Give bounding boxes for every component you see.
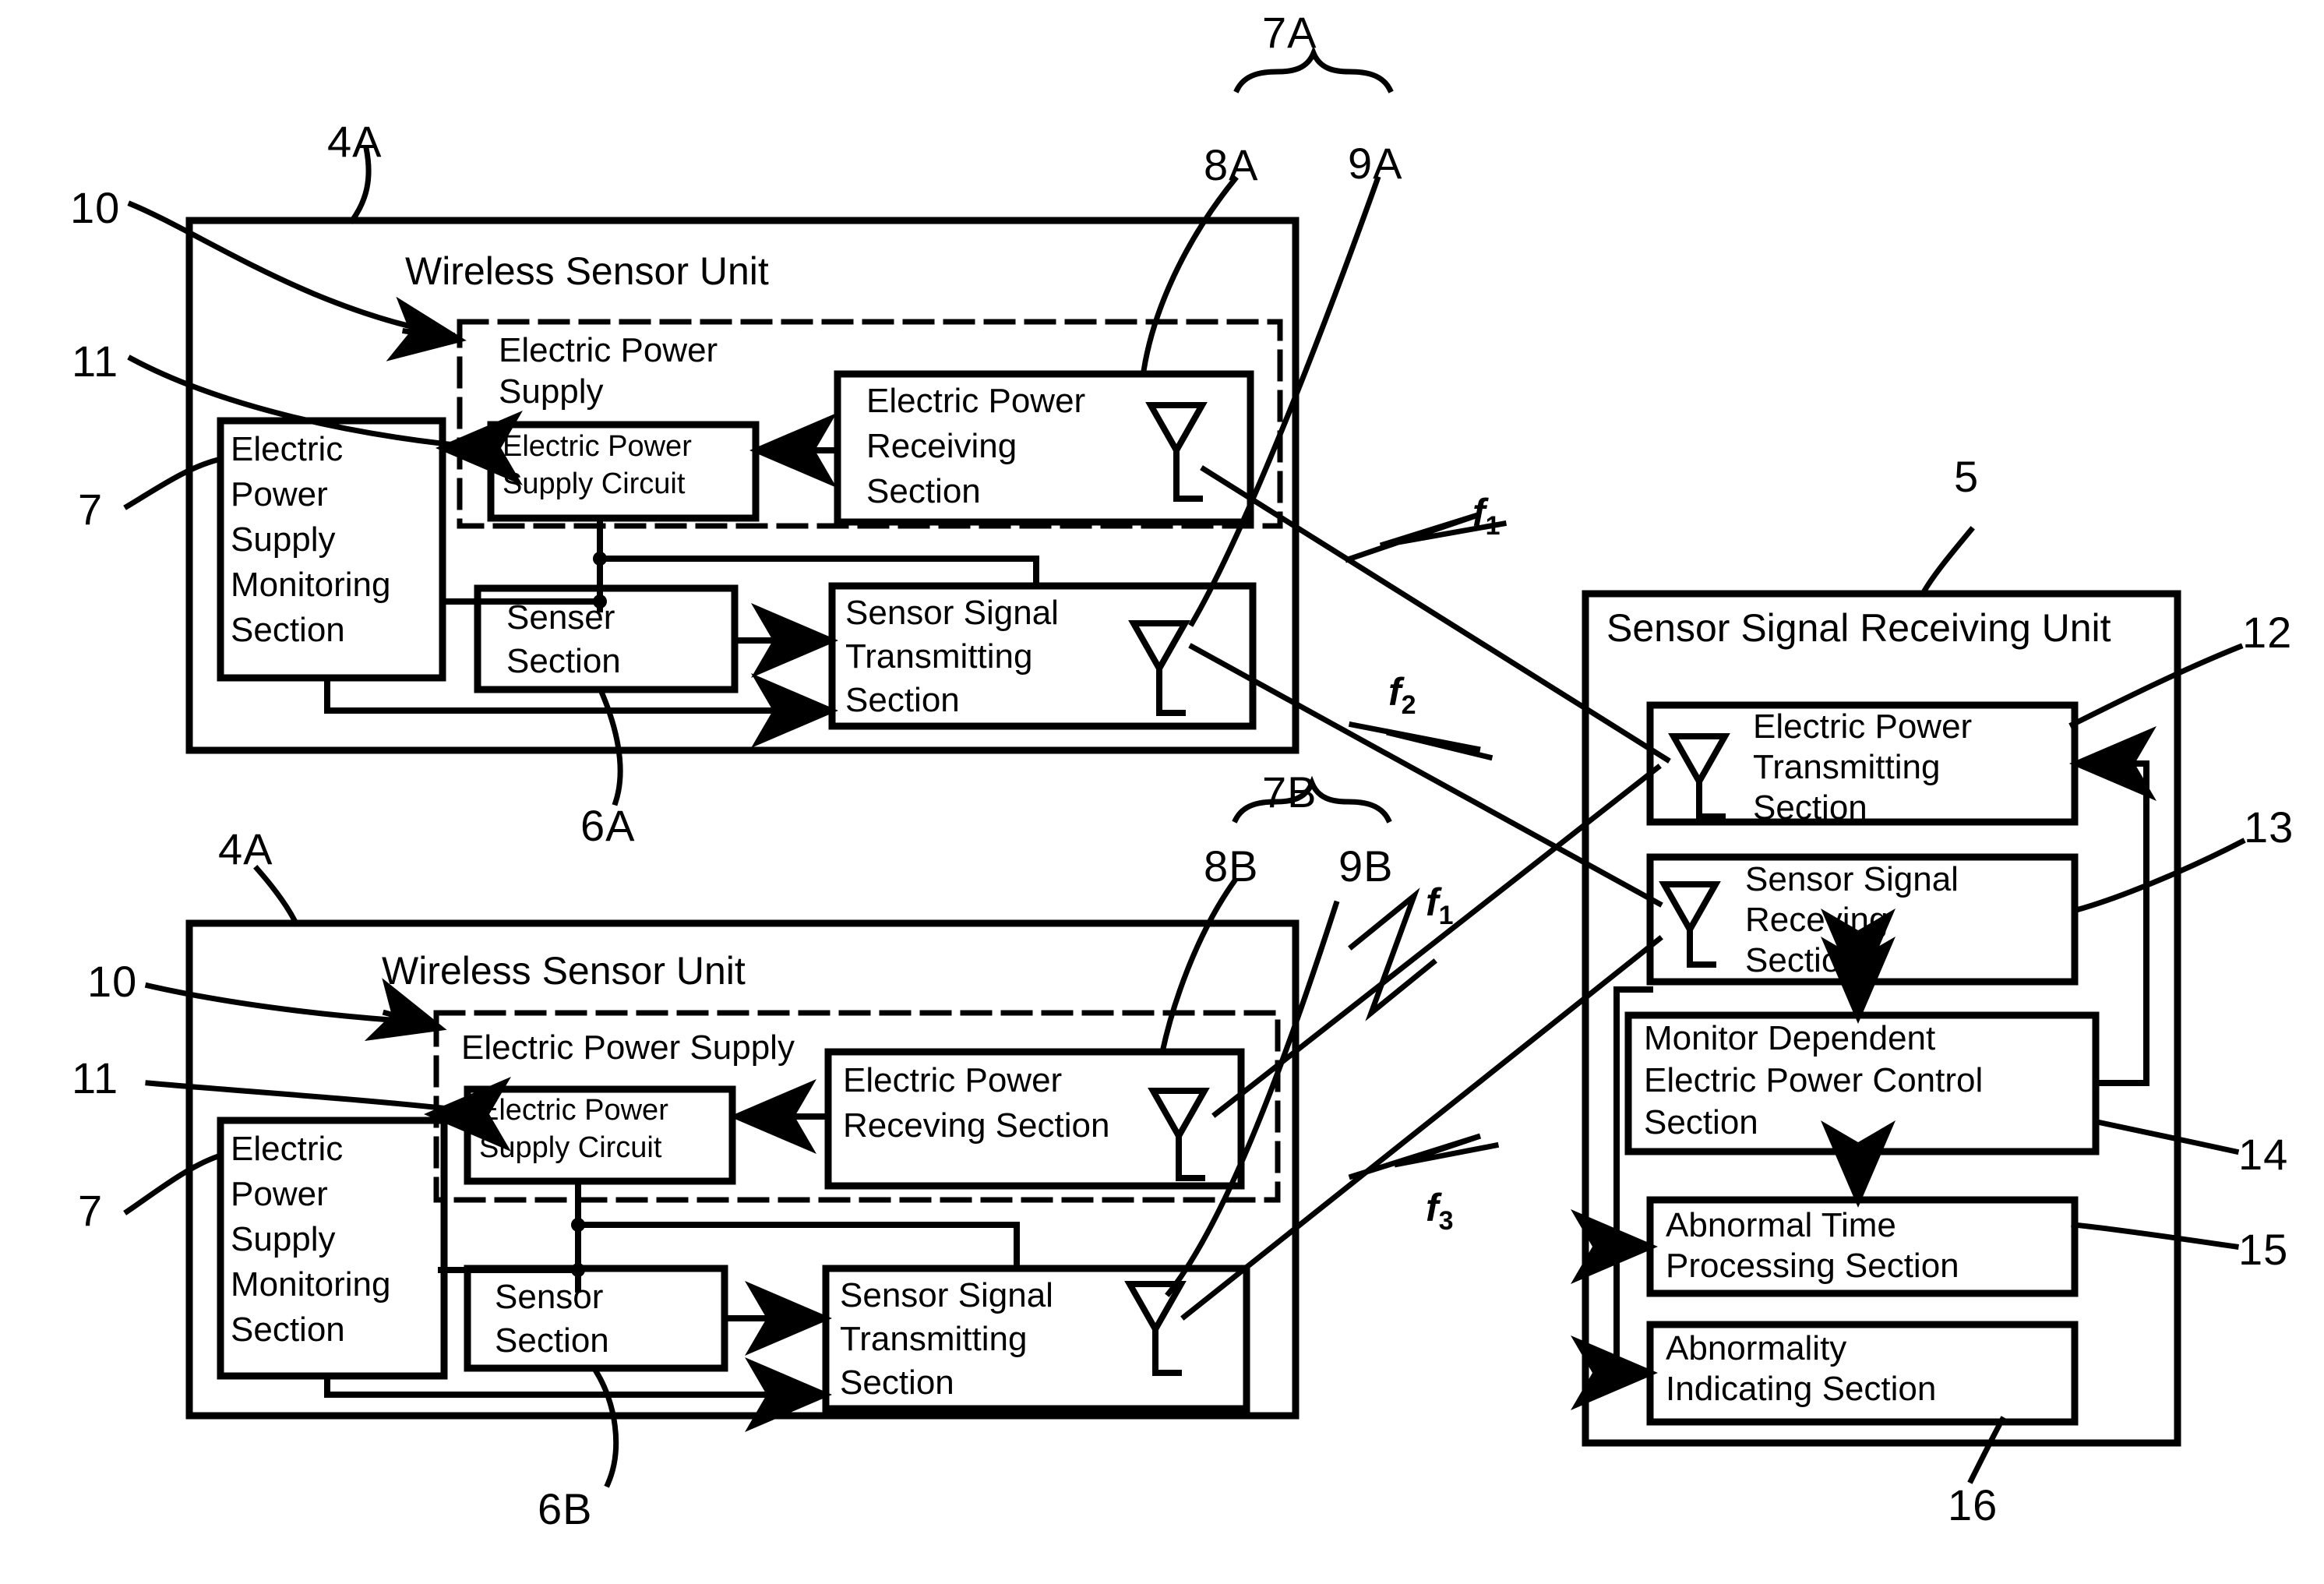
sensor-unit-bottom-title: Wireless Sensor Unit	[382, 949, 746, 993]
power-tx-line3: Section	[1753, 788, 1867, 827]
power-supply-circuit-bottom-line2: Supply Circuit	[479, 1131, 662, 1164]
ref-16: 16	[1948, 1480, 1998, 1529]
monitoring-top-line3: Supply	[231, 520, 336, 559]
abnormality-line1: Abnormality	[1666, 1329, 1847, 1367]
ref-6A: 6A	[580, 801, 636, 850]
ref-7A: 7A	[1262, 8, 1317, 57]
ref-14: 14	[2238, 1130, 2289, 1179]
monitoring-bottom-line5: Section	[231, 1311, 345, 1349]
sensor-unit-top-title: Wireless Sensor Unit	[405, 249, 769, 293]
ref-10-bottom: 10	[87, 957, 138, 1006]
receiving-unit-title: Sensor Signal Receiving Unit	[1606, 606, 2111, 650]
signal-tx-bottom-line3: Section	[840, 1364, 954, 1402]
patent-figure-canvas: 7A 4A 8A 9A 10 11 7 6A 5 12 13 14 15 16 …	[0, 0, 2324, 1584]
freq-label-f2: f2	[1388, 670, 1416, 720]
ref-10-top: 10	[70, 183, 121, 232]
power-receiving-top-line3: Section	[866, 472, 981, 510]
ref-7-bottom: 7	[78, 1186, 104, 1235]
diagram-lines	[123, 45, 2246, 1488]
power-receiving-top-line2: Receiving	[866, 427, 1017, 465]
monitoring-bottom-line1: Electric	[231, 1130, 344, 1168]
monitoring-top-line1: Electric	[231, 430, 344, 468]
ref-4A-bottom: 4A	[218, 824, 273, 873]
signal-rx-line1: Sensor Signal	[1745, 860, 1959, 898]
ref-13: 13	[2244, 803, 2294, 852]
signal-tx-top-line2: Transmitting	[845, 637, 1033, 676]
power-supply-circuit-top-line2: Supply Circuit	[503, 467, 686, 500]
signal-tx-bottom-line2: Transmitting	[840, 1320, 1028, 1358]
sensor-section-bottom-line2: Section	[495, 1321, 609, 1360]
ref-11-top: 11	[72, 337, 119, 386]
monitoring-top-line5: Section	[231, 611, 345, 649]
freq-label-f1-bottom: f1	[1426, 880, 1454, 930]
ref-12: 12	[2242, 608, 2293, 657]
abnormality-line2: Indicating Section	[1666, 1370, 1937, 1408]
power-receiving-top-line1: Electric Power	[866, 382, 1086, 420]
signal-tx-top-line1: Sensor Signal	[845, 594, 1059, 632]
monitoring-top-line4: Monitoring	[231, 566, 391, 604]
abnormal-time-line1: Abnormal Time	[1666, 1206, 1896, 1244]
ref-9B: 9B	[1338, 841, 1394, 891]
sensor-section-top-line2: Section	[506, 642, 621, 680]
monitor-control-line1: Monitor Dependent	[1644, 1019, 1936, 1057]
monitoring-bottom-line4: Monitoring	[231, 1265, 391, 1304]
power-tx-line1: Electric Power	[1753, 707, 1973, 746]
ref-8B: 8B	[1204, 841, 1259, 891]
monitor-control-line2: Electric Power Control	[1644, 1061, 1984, 1099]
abnormal-time-line2: Processing Section	[1666, 1247, 1959, 1285]
ref-4A-top: 4A	[327, 117, 383, 166]
ref-6B: 6B	[538, 1484, 593, 1533]
power-receiving-bottom-line2: Receving Section	[843, 1106, 1110, 1145]
ref-7B: 7B	[1262, 767, 1317, 817]
monitoring-bottom-line2: Power	[231, 1175, 328, 1213]
signal-rx-line3: Section	[1745, 941, 1860, 979]
monitor-control-line3: Section	[1644, 1103, 1758, 1141]
power-supply-circuit-bottom-line1: Electric Power	[479, 1094, 668, 1127]
power-receiving-bottom-line1: Electric Power	[843, 1061, 1063, 1099]
power-supply-circuit-top-line1: Electric Power	[503, 430, 692, 463]
monitoring-top-line2: Power	[231, 475, 328, 513]
signal-tx-top-line3: Section	[845, 681, 960, 719]
ref-11-bottom: 11	[72, 1053, 119, 1102]
power-tx-line2: Transmitting	[1753, 748, 1941, 786]
freq-label-f1-top: f1	[1472, 491, 1501, 541]
ref-5: 5	[1954, 452, 1980, 501]
power-supply-label-top-line2: Supply	[499, 372, 604, 411]
ref-15: 15	[2238, 1225, 2289, 1274]
signal-tx-bottom-line1: Sensor Signal	[840, 1276, 1053, 1314]
ref-9A: 9A	[1348, 139, 1403, 188]
freq-label-f3: f3	[1426, 1186, 1454, 1236]
power-supply-label-top-line1: Electric Power	[499, 331, 718, 369]
signal-rx-line2: Receving	[1745, 901, 1888, 939]
ref-7-top: 7	[78, 485, 104, 534]
power-supply-label-bottom: Electric Power Supply	[461, 1028, 795, 1067]
ref-8A: 8A	[1204, 140, 1259, 189]
monitoring-bottom-line3: Supply	[231, 1220, 336, 1258]
sensor-section-bottom-line1: Sensor	[495, 1278, 604, 1316]
sensor-section-top-line1: Senser	[506, 598, 615, 637]
